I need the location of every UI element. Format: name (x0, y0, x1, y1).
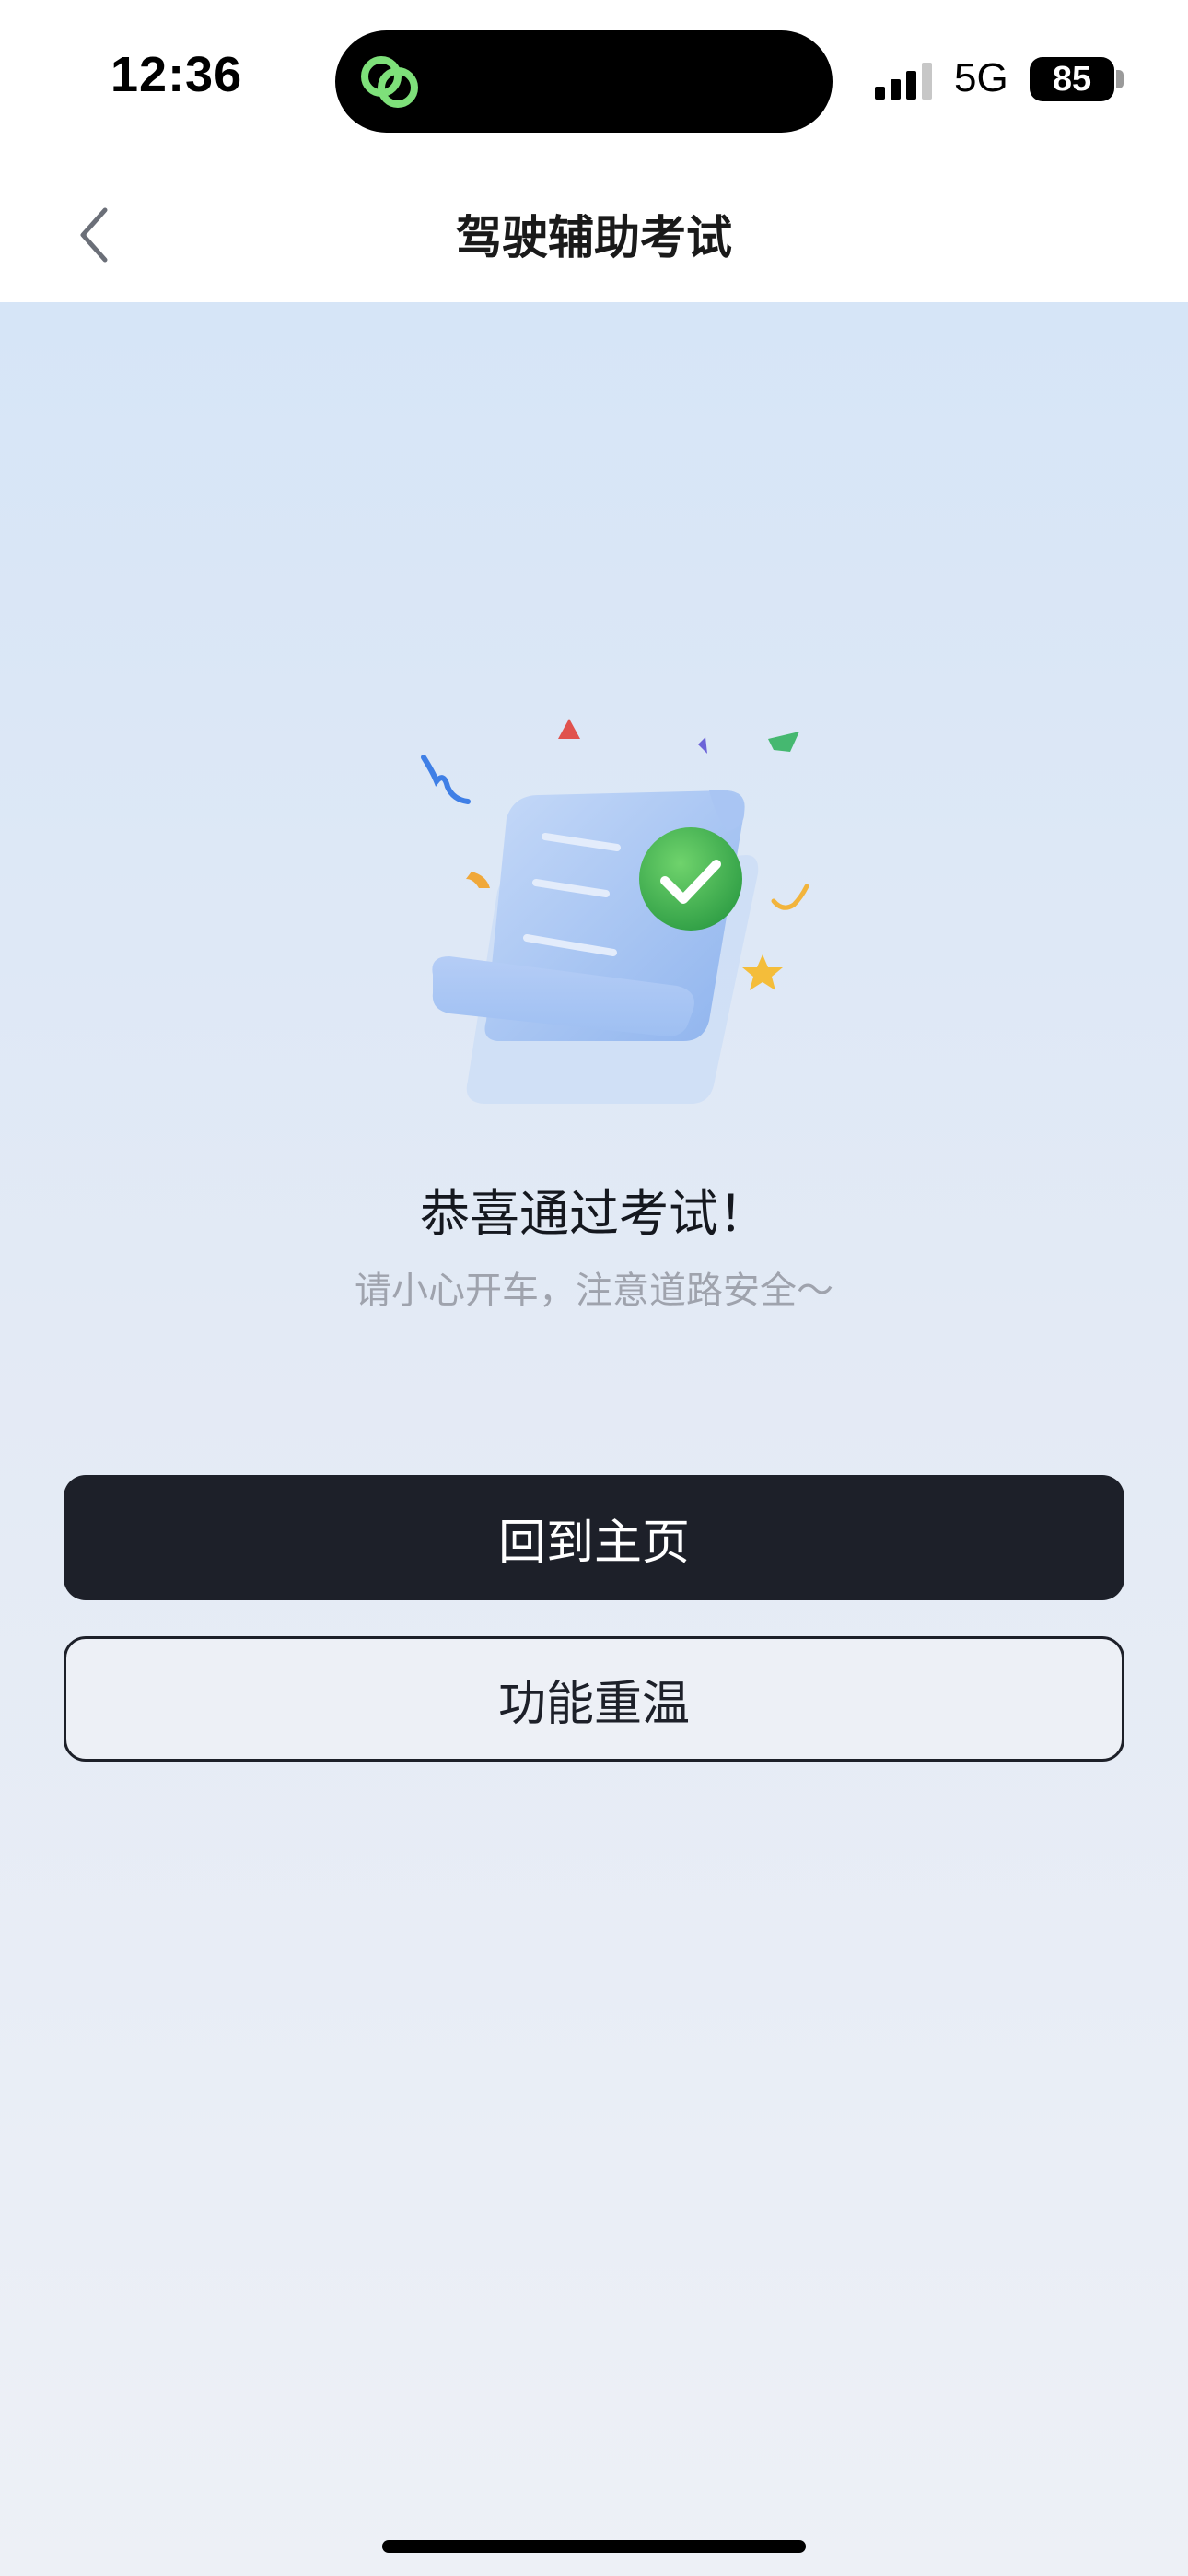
result-title: 恭喜通过考试！ (420, 1185, 768, 1243)
screen: 12:36 5G 85 驾驶辅助考试 恭喜通过考试！ 请小心开车，注意道路安全～… (0, 0, 1188, 2576)
feature-review-button[interactable]: 功能重温 (64, 1636, 1124, 1762)
check-circle-icon (639, 827, 742, 931)
page-title: 驾驶辅助考试 (456, 211, 732, 264)
signal-icon (875, 63, 932, 100)
battery-tip (1116, 70, 1124, 88)
nav-bar: 驾驶辅助考试 (0, 166, 1188, 302)
status-bar: 12:36 5G 85 (0, 0, 1188, 166)
back-to-home-button[interactable]: 回到主页 (64, 1475, 1124, 1600)
result-subtitle: 请小心开车，注意道路安全～ (355, 1270, 833, 1312)
app-link-icon (361, 56, 418, 108)
battery-level: 85 (1052, 60, 1092, 99)
exam-passed-illustration (421, 719, 809, 1104)
network-type: 5G (954, 55, 1008, 100)
dynamic-island (335, 30, 833, 133)
content: 恭喜通过考试！ 请小心开车，注意道路安全～ 回到主页 功能重温 (0, 302, 1188, 2576)
battery-icon: 85 (1030, 57, 1114, 101)
status-time: 12:36 (111, 47, 243, 102)
home-indicator[interactable] (382, 2540, 806, 2553)
